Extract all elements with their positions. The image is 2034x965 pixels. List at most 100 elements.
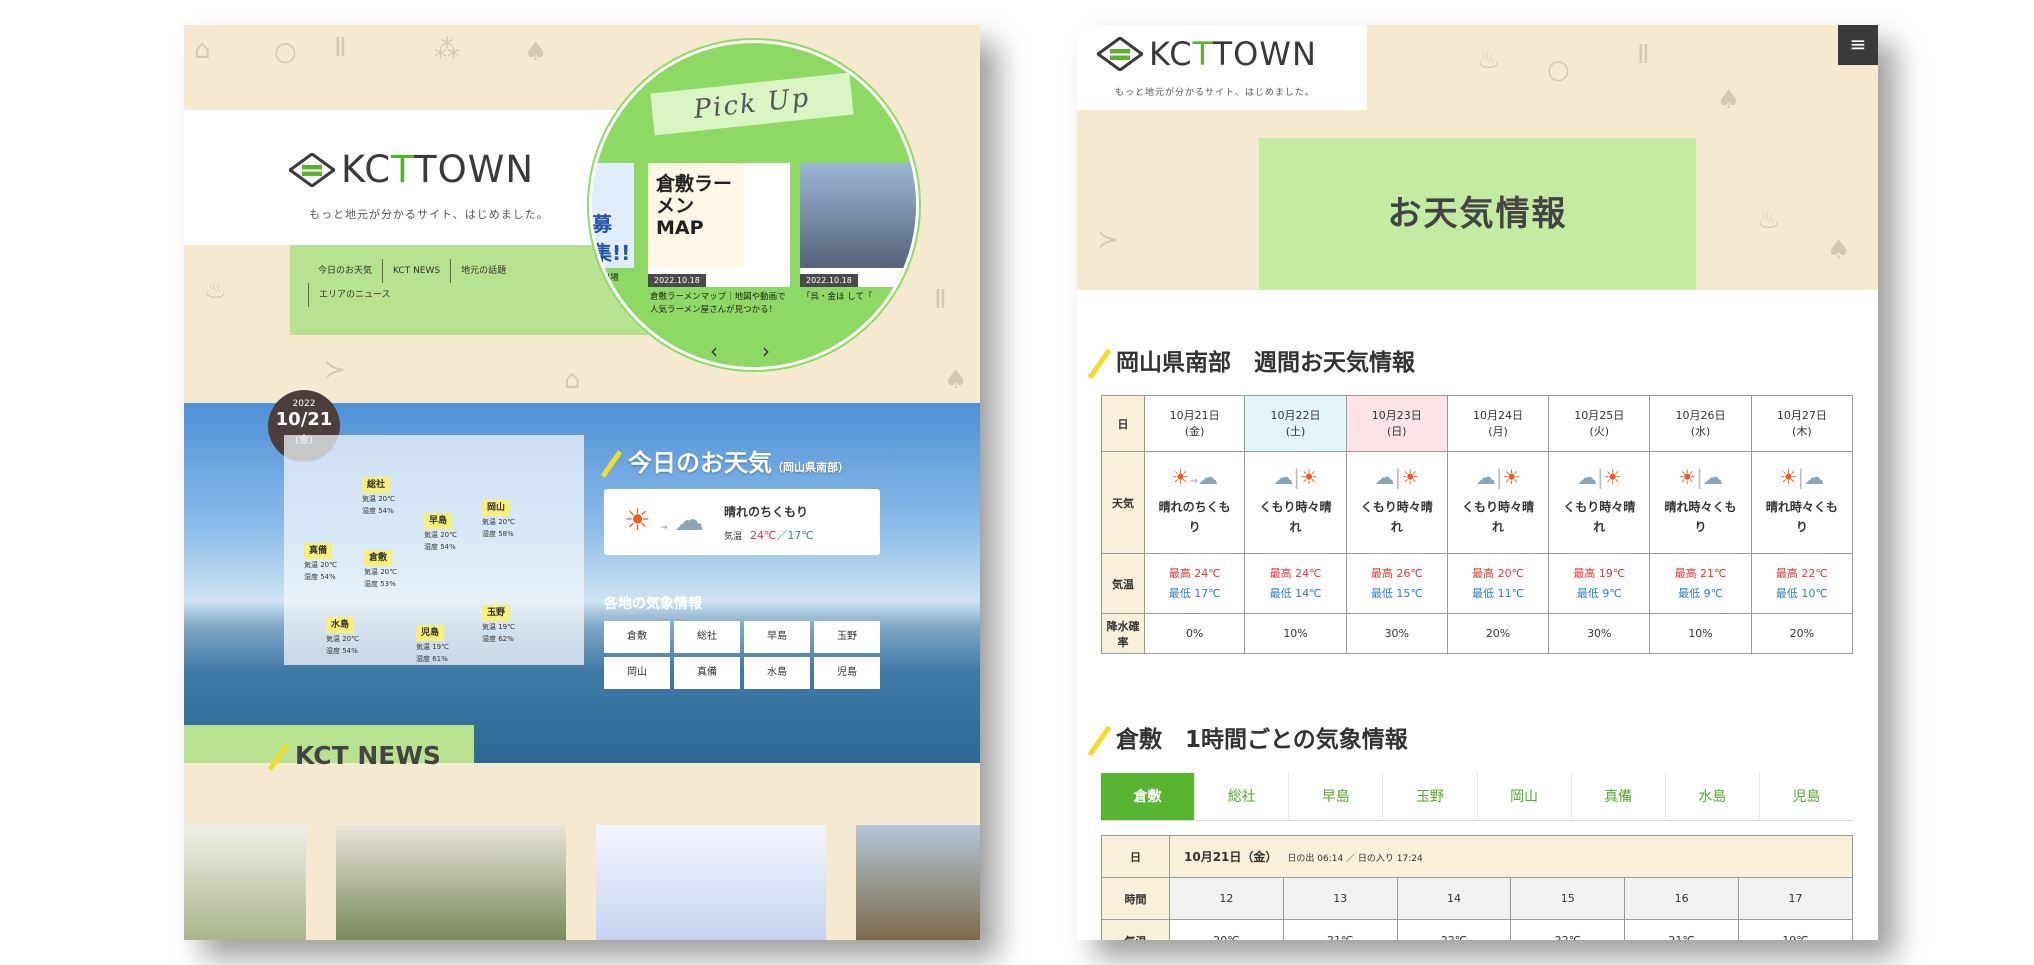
table-row: 時間 12 13 14 15 16 17 [1101,877,1854,920]
row-label: 日 [1101,835,1170,878]
map-city-kojima[interactable]: 児島 気温 19℃ 湿度 61% [416,625,449,665]
news-thumbnail[interactable] [336,825,566,940]
kct-news-title: KCT NEWS [267,741,441,772]
pickup-card-text: 「呉・金ほ して「 [800,287,916,308]
weather-cell: ☀|☁ 晴れ時々くもり [1750,451,1854,554]
temp-cell: 22℃ [1396,919,1512,940]
map-city-tamano[interactable]: 玉野 気温 19℃ 湿度 62% [482,605,515,645]
hourly-date: 10月21日（金） 日の出 06:14 ／ 日の入り 17:24 [1169,835,1853,878]
weekly-weather-table: 日 10月21日 (金) 10月22日 (土) 10月23日 (日) 10月24日 (月… [1101,395,1854,654]
right-panel-weather: ♨ ○ Ⅱ ♠ ≻ ♨ ♠ KCTTOWN もっと地元が分かるサイト、はじめまし… [1077,25,1878,940]
pickup-carousel: Pick Up 募集!! スト 出場 倉敷ラーメンMAP 2022.10.18 … [589,40,919,370]
time-cell: 12 [1169,877,1284,920]
time-cell: 15 [1510,877,1626,920]
basket-icon: ♨ [1757,205,1781,235]
slash-mark [1087,725,1112,756]
cloud-icon: ☁ [1475,464,1496,489]
house-icon: ⌂ [564,365,581,395]
news-thumbnail[interactable] [184,825,306,940]
map-city-soja[interactable]: 総社 気温 20℃ 湿度 54% [362,477,395,517]
pickup-card-image: 募集!! [592,163,634,268]
nav-item-weather[interactable]: 今日のお天気 [308,259,382,283]
sun-icon: ☀ [1171,464,1190,489]
location-button[interactable]: 倉敷 [604,621,670,653]
location-button[interactable]: 水島 [744,657,810,689]
location-button[interactable]: 児島 [814,657,880,689]
today-weather-card: ☀ → ☁ 晴れのちくもり 気温 24℃／17℃ [604,489,880,555]
date-year: 2022 [292,399,316,409]
sun-icon: ☀ [1678,464,1697,489]
pear-icon: ♠ [944,365,968,395]
hourly-weather-title: 倉敷 1時間ごとの気象情報 [1087,720,1408,758]
news-thumbnail[interactable] [596,825,826,940]
carousel-prev-button[interactable]: ‹ [710,339,718,363]
table-row: 降水確率 0% 10% 30% 20% 30% 10% 20% [1101,613,1854,654]
table-row: 気温 最高 24℃ 最低 17℃ 最高 24℃ 最低 14℃ 最高 26℃ 最低 15… [1101,553,1854,614]
cloud-icon: ☁ [1576,464,1597,489]
nav-item-area-news[interactable]: エリアのニュース [308,283,401,307]
pickup-card[interactable]: 2022.10.18 「呉・金ほ して「 [800,163,916,308]
pants-icon: Ⅱ [934,285,947,315]
location-button[interactable]: 岡山 [604,657,670,689]
tab-kurashiki[interactable]: 倉敷 [1101,773,1195,820]
cloud-icon: ☁ [1702,464,1723,489]
logo-band: KCTTOWN もっと地元が分かるサイト、はじめました。 [1077,25,1367,110]
map-city-hayashima[interactable]: 早島 気温 20℃ 湿度 54% [424,513,457,553]
pickup-card-image [800,163,916,268]
arrow-icon: → [660,523,668,533]
house-icon: ⌂ [194,35,211,65]
rain-cell: 0% [1143,613,1246,654]
location-button[interactable]: 真備 [674,657,740,689]
tab-soja[interactable]: 総社 [1194,773,1288,820]
rain-cell: 10% [1244,613,1347,654]
day-header: 10月22日 (土) [1244,395,1347,452]
row-label: 日 [1101,395,1145,452]
pickup-card[interactable]: 倉敷ラーメンMAP 2022.10.18 倉敷ラーメンマップ｜地図や動画で人気ラ… [648,163,790,321]
weather-cell: ☁|☀ くもり時々晴れ [1446,451,1550,554]
logo-mark-icon [1097,37,1143,71]
tab-mizushima[interactable]: 水島 [1664,773,1759,820]
temp-cell: 最高 21℃ 最低 9℃ [1649,553,1752,614]
rain-cell: 10% [1649,613,1752,654]
cloud-icon: ☁ [1273,464,1294,489]
weather-cell: ☁|☀ くもり時々晴れ [1244,451,1347,554]
news-thumbnail[interactable] [856,825,980,940]
map-city-okayama[interactable]: 岡山 気温 20℃ 湿度 58% [482,500,515,540]
rain-cell: 20% [1750,613,1854,654]
nav-item-local-topics[interactable]: 地元の話題 [450,259,516,283]
tab-okayama[interactable]: 岡山 [1476,773,1571,820]
sun-icon: ☀ [1299,464,1318,489]
location-button[interactable]: 早島 [744,621,810,653]
logo-mark-icon [289,152,335,187]
temp-cell: 最高 19℃ 最低 9℃ [1548,553,1651,614]
pickup-card[interactable]: 募集!! スト 出場 [592,163,634,289]
fish-icon: ≻ [324,355,346,385]
location-button[interactable]: 総社 [674,621,740,653]
location-button[interactable]: 玉野 [814,621,880,653]
site-logo[interactable]: KCTTOWN [1097,35,1317,73]
tab-hayashima[interactable]: 早島 [1288,773,1382,820]
pear-icon: ♠ [1827,235,1851,265]
tab-kojima[interactable]: 児島 [1758,773,1853,820]
egg-icon: ○ [1547,55,1570,85]
carousel-next-button[interactable]: › [762,339,770,363]
map-city-mabi[interactable]: 真備 気温 20℃ 湿度 54% [304,543,337,583]
time-cell: 14 [1396,877,1512,920]
map-city-kurashiki[interactable]: 倉敷 気温 20℃ 湿度 53% [364,550,397,590]
weather-cell: ☀→☁ 晴れのちくもり [1143,451,1246,554]
tab-tamano[interactable]: 玉野 [1382,773,1476,820]
sun-icon: ☀ [624,503,651,538]
map-city-mizushima[interactable]: 水島 気温 20℃ 湿度 54% [326,617,359,657]
cloud-icon: ☁ [1374,464,1395,489]
table-row: 天気 ☀→☁ 晴れのちくもり ☁|☀ くもり時々晴れ ☁|☀ くもり時々晴れ ☁|☀ く… [1101,451,1854,554]
rain-cell: 30% [1548,613,1651,654]
weekly-weather-title: 岡山県南部 週間お天気情報 [1087,343,1415,381]
cloud-icon: ☁ [1197,464,1218,489]
tab-mabi[interactable]: 真備 [1570,773,1665,820]
menu-button[interactable]: ≡ [1838,25,1878,65]
site-logo[interactable]: KCTTOWN [289,148,534,191]
row-label: 天気 [1101,451,1145,554]
time-cell: 13 [1282,877,1398,920]
today-forecast: 晴れのちくもり [724,505,809,519]
nav-item-kct-news[interactable]: KCT NEWS [382,259,450,283]
